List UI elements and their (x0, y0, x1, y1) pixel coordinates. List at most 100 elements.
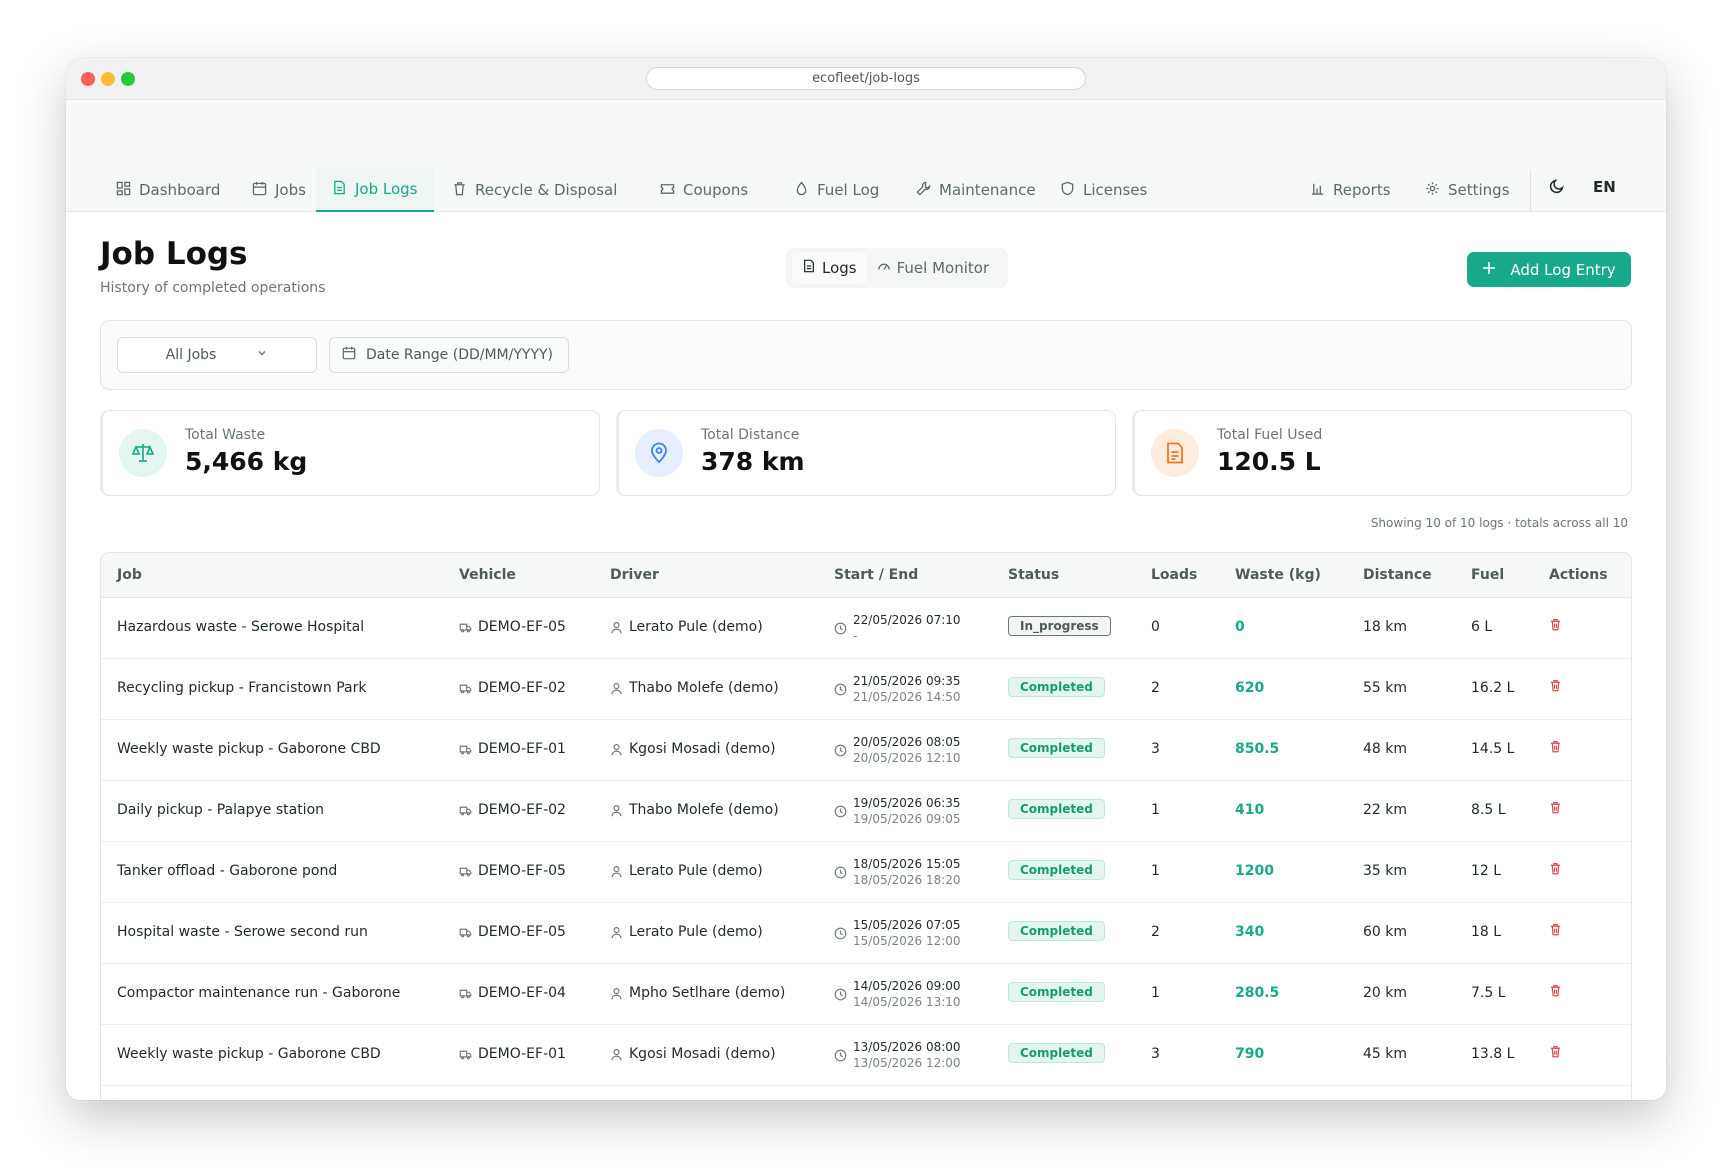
theme-toggle-button[interactable] (1549, 178, 1565, 198)
nav-item-dashboard[interactable]: Dashboard (100, 168, 236, 212)
table-row[interactable]: Weekly waste pickup - Gaborone CBD DEMO-… (101, 720, 1631, 781)
close-window-button[interactable] (81, 72, 95, 86)
gauge-icon (877, 259, 891, 277)
vehicle-cell: DEMO-EF-05 (459, 924, 566, 940)
start-time: 19/05/2026 06:35 (853, 796, 961, 810)
nav-item-licenses[interactable]: Licenses (1044, 168, 1163, 212)
ticket-icon (660, 181, 675, 200)
status-badge: Completed (1008, 860, 1105, 880)
column-header: Driver (610, 567, 659, 583)
distance: 48 km (1363, 741, 1408, 757)
column-header: Waste (kg) (1235, 567, 1321, 583)
date-range-picker[interactable]: Date Range (DD/MM/YYYY) (329, 337, 569, 373)
user-icon (610, 1048, 623, 1061)
loads: 1 (1151, 802, 1160, 818)
driver-cell: Lerato Pule (demo) (610, 924, 763, 940)
delete-button[interactable] (1549, 1045, 1562, 1058)
url-bar[interactable]: ecofleet/job-logs (646, 67, 1086, 90)
trash-icon (1549, 801, 1562, 814)
loads: 2 (1151, 924, 1160, 940)
status-badge: Completed (1008, 982, 1105, 1002)
stat-card-total-distance: Total Distance 378 km (616, 410, 1116, 496)
tab-label: Fuel Monitor (896, 259, 990, 277)
stat-label: Total Fuel Used (1217, 427, 1323, 443)
browser-window: ecofleet/job-logs Dashboard Jobs Job Log… (66, 58, 1666, 1100)
driver-cell: Thabo Molefe (demo) (610, 802, 779, 818)
user-icon (610, 804, 623, 817)
delete-button[interactable] (1549, 679, 1562, 692)
maximize-window-button[interactable] (121, 72, 135, 86)
job-name: Weekly waste pickup - Gaborone CBD (117, 1046, 381, 1062)
delete-button[interactable] (1549, 923, 1562, 936)
table-row[interactable]: Recycling pickup - Francistown Park DEMO… (101, 659, 1631, 720)
table-row[interactable]: Weekly waste pickup - Gaborone CBD DEMO-… (101, 1025, 1631, 1086)
start-end-cell: 14/05/2026 09:00 14/05/2026 13:10 (834, 978, 961, 1010)
clock-icon (834, 683, 847, 696)
nav-item-fuel-log[interactable]: Fuel Log (778, 168, 895, 212)
driver-name: Mpho Setlhare (demo) (629, 985, 786, 1001)
minimize-window-button[interactable] (101, 72, 115, 86)
tab-logs[interactable]: Logs (792, 252, 867, 284)
delete-button[interactable] (1549, 740, 1562, 753)
table-row[interactable]: Hazardous waste - Serowe Hospital DEMO-E… (101, 598, 1631, 659)
table-row[interactable]: Tanker offload - Gaborone pond DEMO-EF-0… (101, 842, 1631, 903)
fuel: 8.5 L (1471, 802, 1506, 818)
truck-icon (459, 743, 472, 756)
delete-button[interactable] (1549, 618, 1562, 631)
add-log-entry-button[interactable]: Add Log Entry (1467, 252, 1631, 287)
page-subtitle: History of completed operations (100, 280, 326, 296)
nav-item-recycle-disposal[interactable]: Recycle & Disposal (436, 168, 633, 212)
status-badge: Completed (1008, 799, 1105, 819)
vehicle-cell: DEMO-EF-01 (459, 1046, 566, 1062)
end-time: 15/05/2026 12:00 (853, 934, 961, 948)
job-name: Hazardous waste - Serowe Hospital (117, 619, 365, 635)
nav-item-settings[interactable]: Settings (1409, 168, 1526, 212)
clock-icon (834, 622, 847, 635)
tab-fuel-monitor[interactable]: Fuel Monitor (867, 252, 1000, 284)
status-cell: Completed (1008, 738, 1105, 758)
driver-name: Lerato Pule (demo) (629, 619, 763, 635)
loads: 3 (1151, 1046, 1160, 1062)
nav-item-reports[interactable]: Reports (1294, 168, 1407, 212)
loads: 2 (1151, 680, 1160, 696)
truck-icon (459, 804, 472, 817)
loads: 1 (1151, 863, 1160, 879)
delete-button[interactable] (1549, 862, 1562, 875)
nav-item-coupons[interactable]: Coupons (644, 168, 764, 212)
nav-item-jobs[interactable]: Jobs (236, 168, 322, 212)
driver-name: Kgosi Mosadi (demo) (629, 741, 776, 757)
nav-item-job-logs[interactable]: Job Logs (316, 168, 434, 212)
nav-divider (1530, 170, 1531, 212)
column-header: Distance (1363, 567, 1432, 583)
start-end-cell: 20/05/2026 08:05 20/05/2026 12:10 (834, 734, 961, 766)
nav-item-maintenance[interactable]: Maintenance (900, 168, 1052, 212)
column-header: Status (1008, 567, 1060, 583)
table-row[interactable]: Daily pickup - Palapye station DEMO-EF-0… (101, 781, 1631, 842)
start-time: 14/05/2026 09:00 (853, 979, 961, 993)
delete-button[interactable] (1549, 984, 1562, 997)
job-name: Hospital waste - Serowe second run (117, 924, 368, 940)
truck-icon (459, 621, 472, 634)
trash-icon (1549, 618, 1562, 631)
trash-icon (1549, 679, 1562, 692)
loads: 3 (1151, 741, 1160, 757)
table-row[interactable]: Compactor maintenance run - Gaborone DEM… (101, 964, 1631, 1025)
start-time: 15/05/2026 07:05 (853, 918, 961, 932)
job-name: Daily pickup - Palapye station (117, 802, 325, 818)
truck-icon (459, 865, 472, 878)
start-end-cell: 19/05/2026 06:35 19/05/2026 09:05 (834, 795, 961, 827)
trash-icon (452, 181, 467, 200)
delete-button[interactable] (1549, 801, 1562, 814)
status-badge: Completed (1008, 677, 1105, 697)
main-nav: Dashboard Jobs Job Logs Recycle & Dispos… (66, 160, 1666, 212)
status-badge: Completed (1008, 921, 1105, 941)
table-row[interactable]: Hospital waste - Serowe second run DEMO-… (101, 903, 1631, 964)
user-icon (610, 865, 623, 878)
column-header: Job (117, 567, 142, 583)
user-icon (610, 621, 623, 634)
fuel: 7.5 L (1471, 985, 1506, 1001)
job-filter-select[interactable]: All Jobs (117, 337, 317, 373)
language-switch[interactable]: EN (1593, 178, 1616, 196)
driver-name: Lerato Pule (demo) (629, 863, 763, 879)
nav-label: Dashboard (139, 181, 221, 199)
